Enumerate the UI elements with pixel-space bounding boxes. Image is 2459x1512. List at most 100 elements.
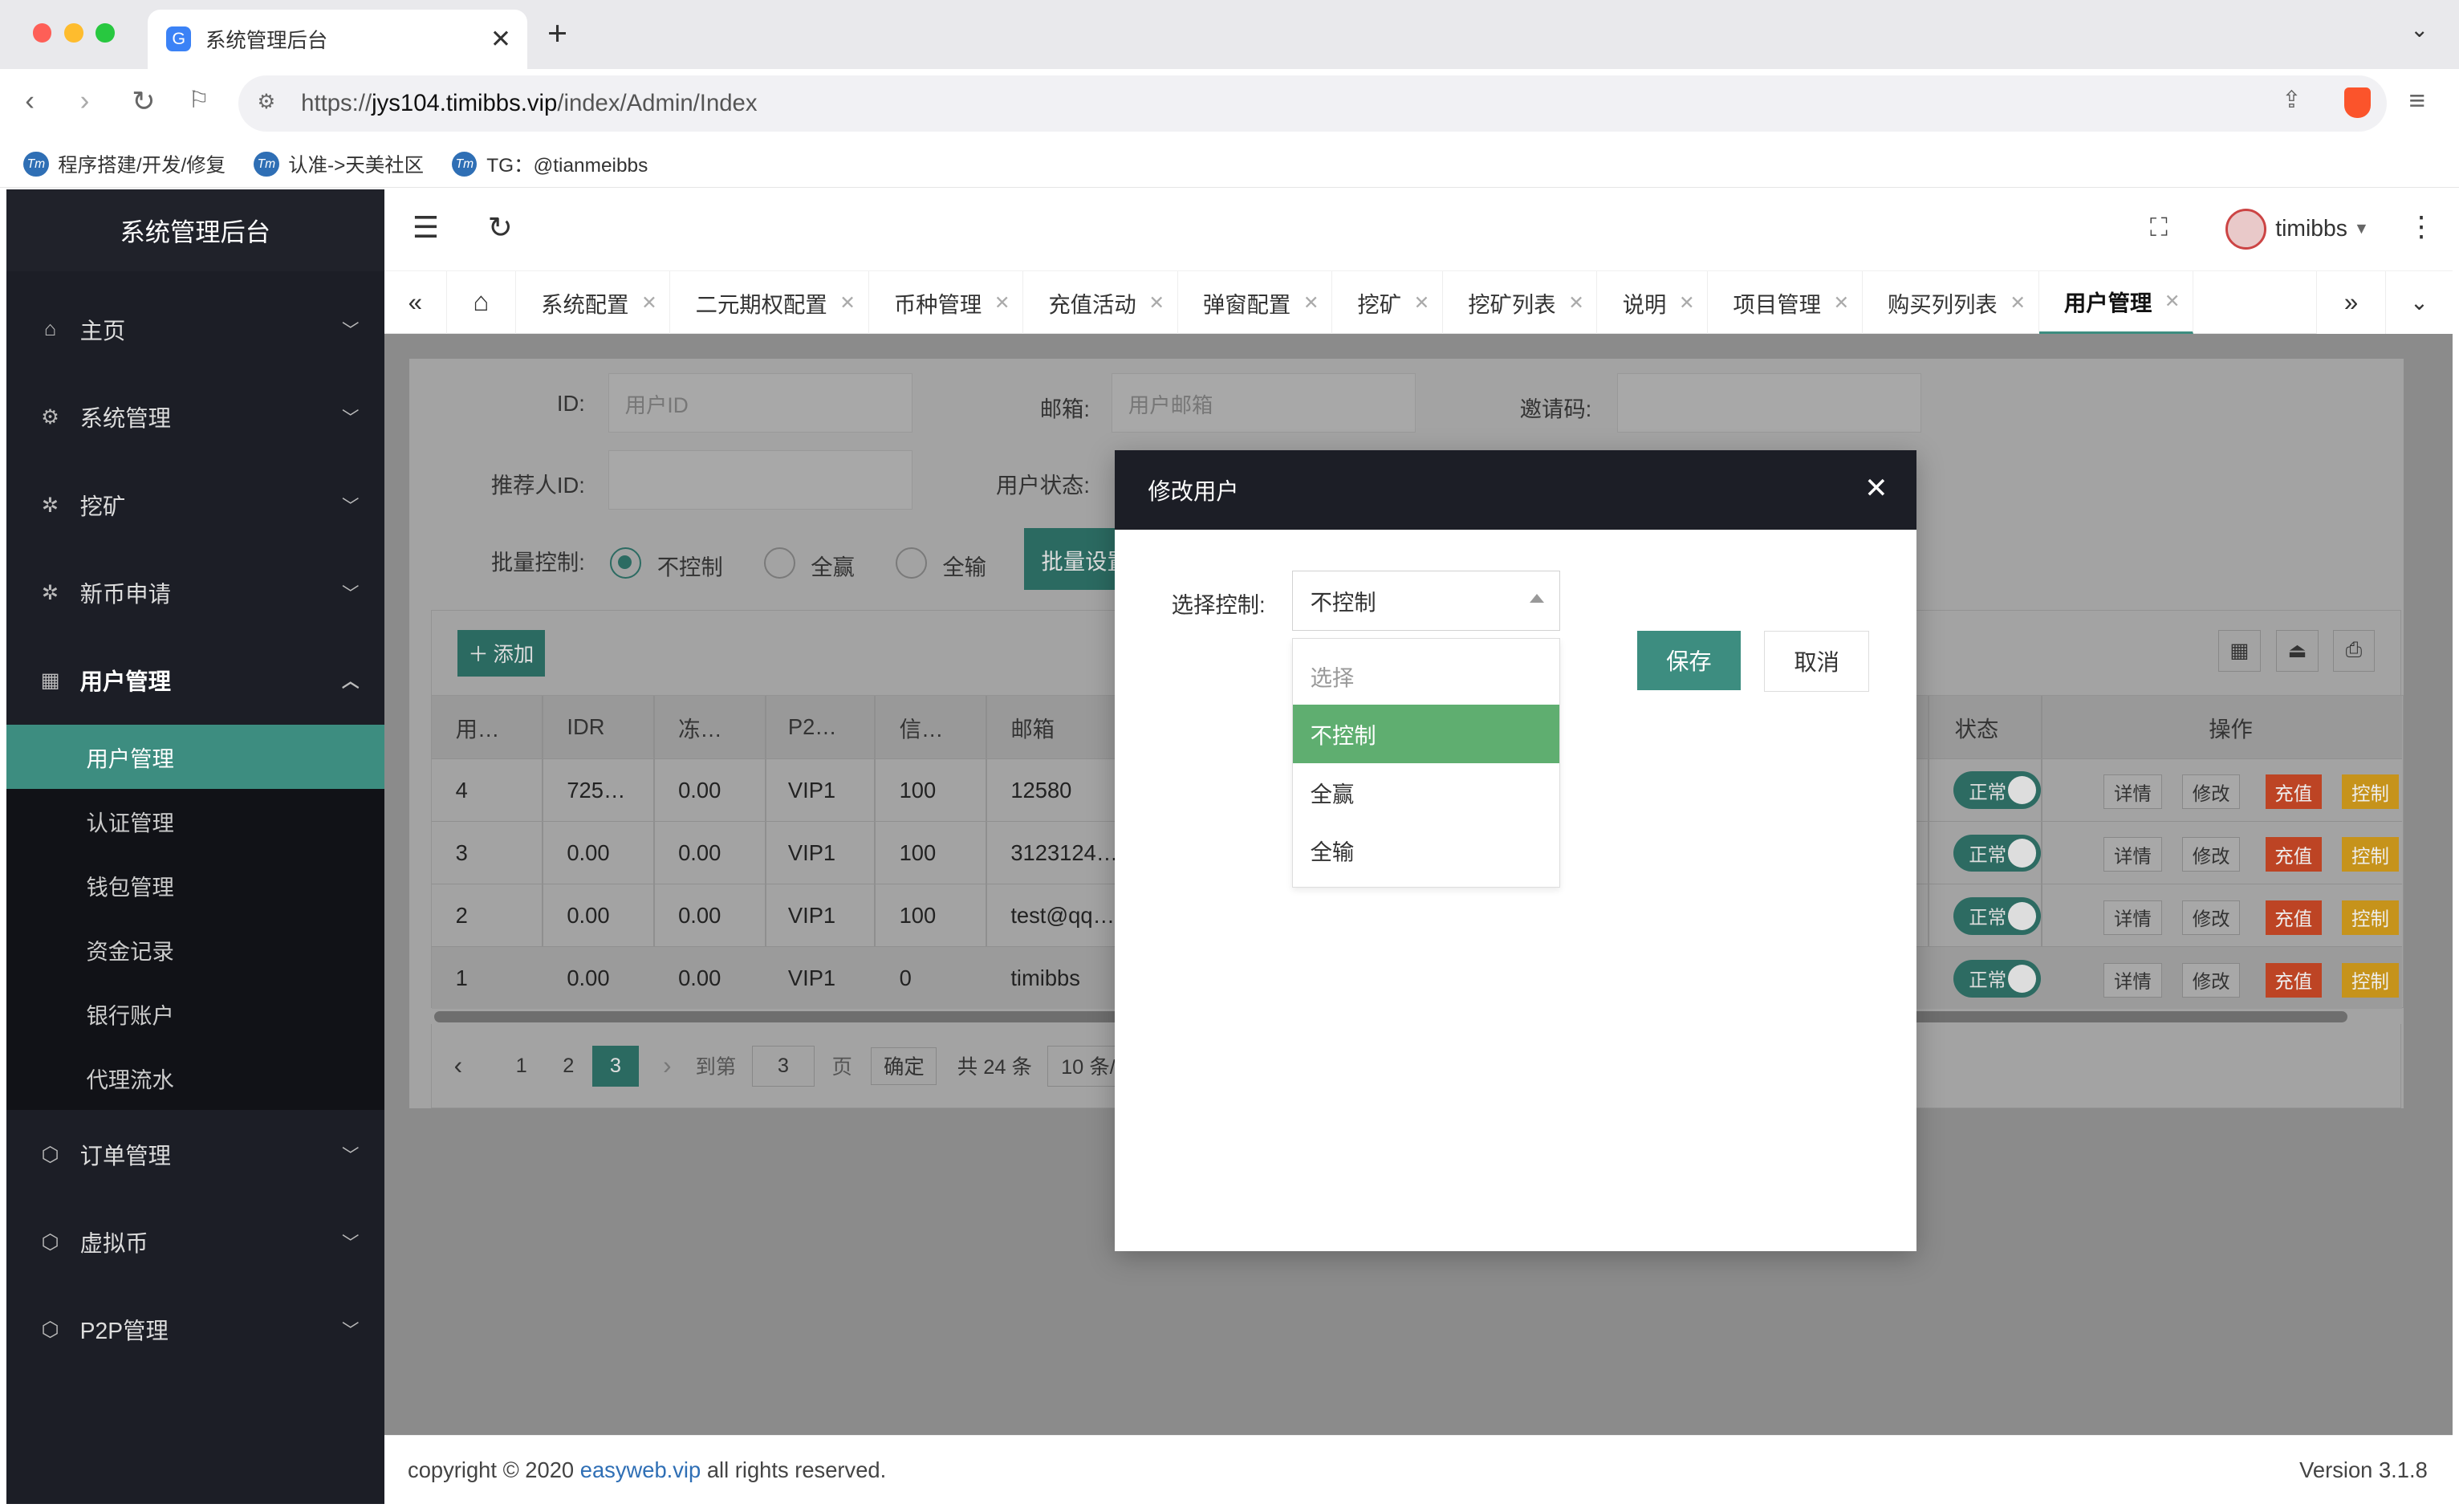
sidebar-menu-home[interactable]: ⌂ 主页 ﹀ bbox=[6, 286, 384, 373]
page-tab[interactable]: 充值活动 ✕ bbox=[1023, 270, 1178, 334]
edit-button[interactable]: 修改 bbox=[2181, 774, 2241, 810]
bookmark-item[interactable]: Tm TG：@tianmeibbs bbox=[452, 150, 648, 178]
sidebar-menu-new-coin[interactable]: ✲ 新币申请 ﹀ bbox=[6, 549, 384, 636]
filter-id-input[interactable]: 用户ID bbox=[608, 373, 913, 433]
export-icon[interactable]: ⏏ bbox=[2276, 629, 2319, 673]
dropdown-option-selected[interactable]: 不控制 bbox=[1293, 705, 1560, 763]
back-icon[interactable]: ‹ bbox=[25, 85, 35, 117]
detail-button[interactable]: 详情 bbox=[2103, 900, 2162, 935]
page-tab[interactable]: 挖矿列表 ✕ bbox=[1443, 270, 1598, 334]
share-icon[interactable]: ⇪ bbox=[2282, 86, 2302, 114]
sidebar-subitem-user-management[interactable]: 用户管理 bbox=[6, 724, 384, 789]
recharge-button[interactable]: 充值 bbox=[2265, 900, 2322, 935]
page-tab[interactable]: 币种管理 ✕ bbox=[869, 270, 1024, 334]
sidebar-menu-system[interactable]: ⚙ 系统管理 ﹀ bbox=[6, 373, 384, 461]
tab-close-icon[interactable]: ✕ bbox=[490, 25, 511, 54]
save-button[interactable]: 保存 bbox=[1636, 630, 1741, 690]
close-icon[interactable]: ✕ bbox=[1834, 291, 1850, 314]
brave-shield-icon[interactable] bbox=[2344, 87, 2372, 118]
page-tab[interactable]: 说明 ✕ bbox=[1597, 270, 1709, 334]
bookmark-item[interactable]: Tm 认准->天美社区 bbox=[254, 150, 424, 178]
close-icon[interactable]: ✕ bbox=[641, 291, 657, 314]
close-icon[interactable]: ✕ bbox=[994, 291, 1010, 314]
filter-invite-input[interactable] bbox=[1616, 373, 1921, 433]
more-vertical-icon[interactable]: ⋮ bbox=[2407, 210, 2435, 243]
maximize-window-button[interactable] bbox=[96, 23, 115, 43]
add-button[interactable]: ＋添加 bbox=[457, 629, 545, 677]
close-icon[interactable]: ✕ bbox=[1568, 291, 1584, 314]
menu-icon[interactable]: ≡ bbox=[2408, 85, 2425, 117]
columns-icon[interactable]: ▦ bbox=[2217, 629, 2261, 673]
home-tab-icon[interactable]: ⌂ bbox=[447, 270, 516, 334]
close-icon[interactable]: ✕ bbox=[1864, 472, 1888, 505]
recharge-button[interactable]: 充值 bbox=[2265, 837, 2322, 872]
url-bar[interactable]: ⚙ https:// jys104.timibbs.vip /index/Adm… bbox=[238, 75, 2387, 132]
dropdown-option[interactable]: 全输 bbox=[1293, 821, 1559, 879]
page-tab[interactable]: 二元期权配置 ✕ bbox=[670, 270, 869, 334]
close-icon[interactable]: ✕ bbox=[2010, 291, 2026, 314]
control-button[interactable]: 控制 bbox=[2342, 962, 2399, 998]
close-icon[interactable]: ✕ bbox=[1679, 291, 1695, 314]
recharge-button[interactable]: 充值 bbox=[2265, 962, 2322, 998]
sidebar-subitem-bank-account[interactable]: 银行账户 bbox=[6, 982, 384, 1046]
sidebar-subitem-agent-flow[interactable]: 代理流水 bbox=[6, 1046, 384, 1110]
collapse-sidebar-icon[interactable]: ☰ bbox=[413, 210, 439, 245]
page-tab[interactable]: 系统配置 ✕ bbox=[516, 270, 671, 334]
close-icon[interactable]: ✕ bbox=[1148, 291, 1164, 314]
sidebar-subitem-wallet[interactable]: 钱包管理 bbox=[6, 853, 384, 917]
status-toggle[interactable]: 正常 bbox=[1953, 834, 2042, 872]
control-button[interactable]: 控制 bbox=[2342, 774, 2399, 810]
refresh-icon[interactable]: ↻ bbox=[488, 210, 513, 245]
goto-page-input[interactable]: 3 bbox=[751, 1045, 815, 1087]
print-icon[interactable]: ⎙ bbox=[2332, 629, 2376, 673]
batch-radio-lose[interactable] bbox=[895, 547, 927, 579]
bookmark-icon[interactable]: ⚐ bbox=[188, 86, 209, 114]
page-tab[interactable]: 挖矿 ✕ bbox=[1332, 270, 1443, 334]
tabs-scroll-left-icon[interactable]: « bbox=[384, 270, 447, 334]
sidebar-menu-mining[interactable]: ✲ 挖矿 ﹀ bbox=[6, 461, 384, 548]
control-button[interactable]: 控制 bbox=[2342, 900, 2399, 935]
page-number-current[interactable]: 3 bbox=[591, 1045, 640, 1087]
next-page-icon[interactable]: › bbox=[639, 1051, 695, 1080]
tabs-scroll-right-icon[interactable]: » bbox=[2316, 271, 2385, 335]
page-tab[interactable]: 购买列列表 ✕ bbox=[1863, 270, 2039, 334]
close-icon[interactable]: ✕ bbox=[1303, 291, 1319, 314]
status-toggle[interactable]: 正常 bbox=[1953, 771, 2042, 810]
page-number[interactable]: 1 bbox=[498, 1055, 545, 1078]
recharge-button[interactable]: 充值 bbox=[2265, 774, 2322, 810]
detail-button[interactable]: 详情 bbox=[2103, 774, 2162, 810]
page-tab[interactable]: 项目管理 ✕ bbox=[1708, 270, 1863, 334]
new-tab-icon[interactable]: + bbox=[547, 14, 567, 54]
footer-link[interactable]: easyweb.vip bbox=[580, 1457, 701, 1483]
bookmark-item[interactable]: Tm 程序搭建/开发/修复 bbox=[23, 150, 226, 178]
page-number[interactable]: 2 bbox=[545, 1055, 592, 1078]
goto-confirm-button[interactable]: 确定 bbox=[871, 1047, 937, 1085]
prev-page-icon[interactable]: ‹ bbox=[454, 1051, 486, 1080]
control-button[interactable]: 控制 bbox=[2342, 837, 2399, 872]
close-icon[interactable]: ✕ bbox=[1414, 291, 1430, 314]
page-tab-active[interactable]: 用户管理 ✕ bbox=[2038, 270, 2194, 334]
page-tab[interactable]: 弹窗配置 ✕ bbox=[1178, 270, 1333, 334]
status-toggle[interactable]: 正常 bbox=[1953, 896, 2042, 935]
edit-button[interactable]: 修改 bbox=[2181, 900, 2241, 935]
detail-button[interactable]: 详情 bbox=[2103, 962, 2162, 998]
reload-icon[interactable]: ↻ bbox=[132, 85, 155, 118]
sidebar-menu-crypto[interactable]: ⬡ 虚拟币 ﹀ bbox=[6, 1198, 384, 1286]
batch-set-button[interactable]: 批量设置 bbox=[1023, 528, 1116, 590]
site-settings-icon[interactable]: ⚙ bbox=[257, 89, 275, 114]
batch-radio-none[interactable] bbox=[610, 547, 642, 579]
sidebar-menu-orders[interactable]: ⬡ 订单管理 ﹀ bbox=[6, 1110, 384, 1197]
filter-referrer-input[interactable] bbox=[608, 449, 913, 510]
close-icon[interactable]: ✕ bbox=[839, 291, 856, 314]
cancel-button[interactable]: 取消 bbox=[1764, 630, 1870, 692]
sidebar-menu-users[interactable]: ▦ 用户管理 ︿ bbox=[6, 636, 384, 724]
minimize-window-button[interactable] bbox=[64, 23, 83, 43]
filter-email-input[interactable]: 用户邮箱 bbox=[1112, 373, 1416, 433]
sidebar-menu-p2p[interactable]: ⬡ P2P管理 ﹀ bbox=[6, 1286, 384, 1373]
tab-list-chevron-icon[interactable]: ⌄ bbox=[2410, 17, 2429, 43]
close-icon[interactable]: ✕ bbox=[2164, 290, 2181, 312]
edit-button[interactable]: 修改 bbox=[2181, 962, 2241, 998]
dropdown-option-placeholder[interactable]: 选择 bbox=[1293, 647, 1559, 705]
sidebar-subitem-funds-record[interactable]: 资金记录 bbox=[6, 917, 384, 982]
browser-tab[interactable]: G 系统管理后台 ✕ bbox=[147, 9, 527, 69]
